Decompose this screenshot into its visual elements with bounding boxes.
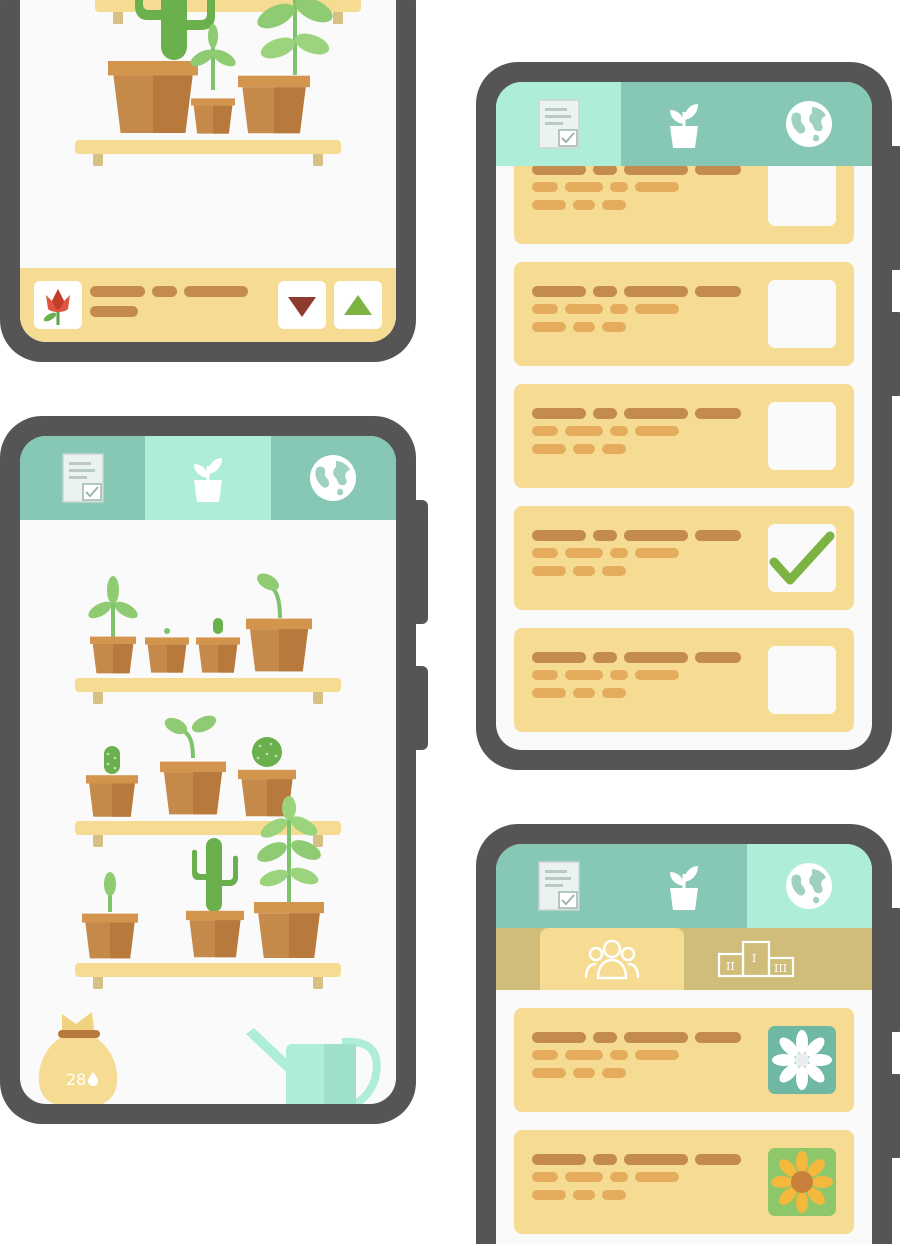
cactus-pot	[86, 746, 138, 817]
tab-bar	[496, 82, 872, 166]
task-card[interactable]	[514, 628, 854, 732]
tall-cactus-pot	[186, 838, 244, 958]
sunflower-icon	[771, 1151, 833, 1213]
triangle-up-icon	[344, 295, 372, 315]
tab-tasks[interactable]	[496, 82, 622, 166]
phone-plant-detail	[0, 0, 416, 362]
phone-tasks	[476, 62, 900, 770]
sprout-pot	[82, 872, 138, 959]
side-button	[892, 312, 900, 396]
sprout-pot	[246, 573, 312, 672]
globe-icon	[784, 99, 834, 149]
task-checkbox[interactable]	[768, 166, 836, 226]
task-card[interactable]	[514, 384, 854, 488]
podium-second-label: II	[726, 960, 735, 973]
globe-icon	[308, 453, 358, 503]
sprout-plant	[88, 576, 138, 674]
seedling-pot	[190, 24, 236, 134]
task-checkbox[interactable]	[768, 646, 836, 714]
shelf	[75, 963, 341, 989]
seedling-pot	[160, 715, 226, 815]
leafy-pot	[254, 796, 324, 958]
phone-community: II I III	[476, 824, 900, 1244]
tab-world[interactable]	[747, 82, 872, 166]
phone-garden: 28	[0, 416, 428, 1124]
sub-tab-leaderboard[interactable]: II I III	[684, 928, 828, 990]
friend-card[interactable]	[514, 1008, 854, 1112]
decrease-button[interactable]	[278, 281, 326, 329]
tab-tasks[interactable]	[496, 844, 621, 928]
white-flower-icon	[772, 1030, 832, 1090]
small-pot	[145, 628, 189, 673]
tab-garden[interactable]	[621, 844, 746, 928]
friend-card[interactable]	[514, 1130, 854, 1234]
plant-avatar[interactable]	[34, 281, 82, 329]
plant-detail-text	[90, 286, 255, 317]
watering-can-icon[interactable]	[246, 1028, 382, 1104]
water-drop-icon	[88, 1072, 98, 1086]
tab-garden[interactable]	[145, 436, 271, 520]
document-check-icon	[537, 98, 581, 150]
tab-world[interactable]	[271, 436, 396, 520]
seed-count: 28	[66, 1070, 87, 1089]
checkmark-icon	[768, 524, 836, 592]
globe-icon	[784, 861, 834, 911]
seed-bag[interactable]: 28	[36, 1010, 120, 1104]
big-pot	[108, 61, 198, 133]
side-button	[416, 666, 428, 750]
friends-icon	[584, 939, 640, 980]
task-checkbox[interactable]	[768, 402, 836, 470]
small-cactus-pot	[196, 618, 240, 673]
side-button	[892, 146, 900, 270]
podium-first-label: I	[752, 952, 756, 965]
leafy-plant-icon	[257, 0, 333, 75]
plant-detail-bar	[20, 268, 396, 342]
tall-pot	[238, 75, 310, 134]
task-checkbox-checked[interactable]	[768, 524, 836, 592]
task-list	[496, 166, 872, 750]
task-card[interactable]	[514, 262, 854, 366]
garden-screen: 28	[20, 436, 396, 1104]
tab-garden[interactable]	[621, 82, 746, 166]
tab-bar	[496, 844, 872, 928]
seed-bag-icon	[38, 1012, 118, 1104]
podium-third-label: III	[774, 962, 787, 975]
sub-tab-bar: II I III	[496, 928, 872, 990]
shelf	[75, 678, 341, 704]
task-checkbox[interactable]	[768, 280, 836, 348]
tasks-screen	[496, 82, 872, 750]
triangle-down-icon	[288, 297, 316, 317]
shelf	[75, 140, 341, 166]
side-button	[892, 908, 900, 1032]
friend-badge	[768, 1148, 836, 1216]
side-button	[416, 500, 428, 624]
potted-plant-icon	[664, 860, 704, 912]
task-card-completed[interactable]	[514, 506, 854, 610]
increase-button[interactable]	[334, 281, 382, 329]
sub-tab-friends[interactable]	[540, 928, 684, 990]
document-check-icon	[61, 452, 105, 504]
potted-plant-icon	[664, 98, 704, 150]
red-flower-icon	[43, 289, 70, 325]
document-check-icon	[537, 860, 581, 912]
community-screen: II I III	[496, 844, 872, 1244]
tab-world[interactable]	[746, 844, 872, 928]
potted-plant-icon	[188, 452, 228, 504]
tab-tasks[interactable]	[20, 436, 145, 520]
side-button	[892, 1074, 900, 1158]
podium-icon: II I III	[717, 940, 795, 978]
tab-bar	[20, 436, 396, 520]
task-card[interactable]	[514, 166, 854, 244]
friend-badge	[768, 1026, 836, 1094]
plant-detail-screen	[20, 0, 396, 342]
